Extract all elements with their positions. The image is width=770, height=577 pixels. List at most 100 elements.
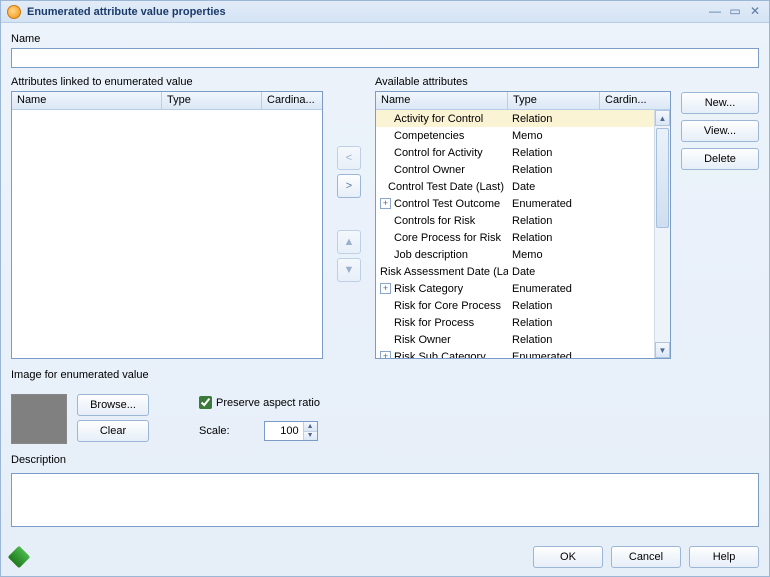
- scroll-up-icon[interactable]: ▲: [655, 110, 670, 126]
- browse-button[interactable]: Browse...: [77, 394, 149, 416]
- help-icon[interactable]: [8, 546, 31, 569]
- table-row[interactable]: Control for ActivityRelation: [376, 144, 654, 161]
- cell-name: Control Test Date (Last): [376, 180, 508, 194]
- cell-name: Competencies: [376, 129, 508, 143]
- table-row[interactable]: Control OwnerRelation: [376, 161, 654, 178]
- table-row[interactable]: Controls for RiskRelation: [376, 212, 654, 229]
- expand-icon[interactable]: +: [380, 351, 391, 358]
- table-row[interactable]: Job descriptionMemo: [376, 246, 654, 263]
- maximize-icon[interactable]: ▭: [727, 5, 743, 19]
- scale-up-icon[interactable]: ▲: [304, 422, 317, 432]
- cell-name: +Risk Sub Category: [376, 350, 508, 359]
- cell-type: Enumerated: [508, 197, 600, 211]
- table-row[interactable]: +Risk Sub CategoryEnumerated: [376, 348, 654, 358]
- table-row[interactable]: Risk OwnerRelation: [376, 331, 654, 348]
- cell-name: Risk Owner: [376, 333, 508, 347]
- available-table-header: Name Type Cardin...: [376, 92, 670, 110]
- ok-button[interactable]: OK: [533, 546, 603, 568]
- expand-icon[interactable]: +: [380, 198, 391, 209]
- window-title: Enumerated attribute value properties: [27, 6, 226, 18]
- table-row[interactable]: Core Process for RiskRelation: [376, 229, 654, 246]
- cell-type: Memo: [508, 248, 600, 262]
- description-label: Description: [11, 454, 759, 466]
- cell-type: Relation: [508, 299, 600, 313]
- cell-name: Control for Activity: [376, 146, 508, 160]
- cell-type: Relation: [508, 112, 600, 126]
- cell-type: Date: [508, 180, 600, 194]
- move-up-button[interactable]: ▲: [337, 230, 361, 254]
- available-col-name[interactable]: Name: [376, 92, 508, 109]
- vertical-scrollbar[interactable]: ▲ ▼: [654, 110, 670, 358]
- move-down-button[interactable]: ▼: [337, 258, 361, 282]
- cell-type: Relation: [508, 316, 600, 330]
- linked-attributes-table[interactable]: Name Type Cardina...: [11, 91, 323, 359]
- delete-button[interactable]: Delete: [681, 148, 759, 170]
- cancel-button[interactable]: Cancel: [611, 546, 681, 568]
- content-area: Name Attributes linked to enumerated val…: [1, 23, 769, 540]
- scroll-track[interactable]: [655, 126, 670, 342]
- cell-type: Relation: [508, 146, 600, 160]
- preserve-aspect-label: Preserve aspect ratio: [216, 397, 320, 409]
- cell-name: Risk for Process: [376, 316, 508, 330]
- scale-down-icon[interactable]: ▼: [304, 432, 317, 441]
- table-row[interactable]: Control Test Date (Last)Date: [376, 178, 654, 195]
- attribute-actions: New... View... Delete: [681, 76, 759, 359]
- table-row[interactable]: CompetenciesMemo: [376, 127, 654, 144]
- table-row[interactable]: Risk for Core ProcessRelation: [376, 297, 654, 314]
- linked-col-cardin[interactable]: Cardina...: [262, 92, 322, 109]
- description-textarea[interactable]: [11, 473, 759, 527]
- dialog-window: Enumerated attribute value properties — …: [0, 0, 770, 577]
- move-left-button[interactable]: <: [337, 146, 361, 170]
- available-col-cardin[interactable]: Cardin...: [600, 92, 670, 109]
- cell-name: Activity for Control: [376, 112, 508, 126]
- minimize-icon[interactable]: —: [707, 5, 723, 19]
- scale-label: Scale:: [199, 425, 230, 437]
- app-icon: [7, 5, 21, 19]
- help-button[interactable]: Help: [689, 546, 759, 568]
- table-row[interactable]: +Risk CategoryEnumerated: [376, 280, 654, 297]
- cell-name: +Control Test Outcome: [376, 197, 508, 211]
- close-icon[interactable]: ✕: [747, 5, 763, 19]
- cell-name: Job description: [376, 248, 508, 262]
- cell-type: Enumerated: [508, 282, 600, 296]
- cell-type: Date: [508, 265, 600, 279]
- table-row[interactable]: Activity for ControlRelation: [376, 110, 654, 127]
- view-button[interactable]: View...: [681, 120, 759, 142]
- available-attributes-table[interactable]: Name Type Cardin... Activity for Control…: [375, 91, 671, 359]
- cell-name: Core Process for Risk: [376, 231, 508, 245]
- cell-name: Risk Assessment Date (La: [376, 265, 508, 279]
- scroll-thumb[interactable]: [656, 128, 669, 228]
- table-row[interactable]: +Control Test OutcomeEnumerated: [376, 195, 654, 212]
- expand-icon[interactable]: +: [380, 283, 391, 294]
- cell-name: Risk for Core Process: [376, 299, 508, 313]
- table-row[interactable]: Risk Assessment Date (LaDate: [376, 263, 654, 280]
- linked-table-header: Name Type Cardina...: [12, 92, 322, 110]
- clear-button[interactable]: Clear: [77, 420, 149, 442]
- cell-name: +Risk Category: [376, 282, 508, 296]
- table-row[interactable]: Risk for ProcessRelation: [376, 314, 654, 331]
- linked-col-name[interactable]: Name: [12, 92, 162, 109]
- cell-name: Control Owner: [376, 163, 508, 177]
- linked-col-type[interactable]: Type: [162, 92, 262, 109]
- scale-stepper[interactable]: ▲ ▼: [264, 421, 318, 441]
- linked-table-body[interactable]: [12, 110, 322, 358]
- cell-type: Relation: [508, 333, 600, 347]
- image-section-label: Image for enumerated value: [11, 369, 759, 381]
- preserve-aspect-checkbox[interactable]: [199, 396, 212, 409]
- scroll-down-icon[interactable]: ▼: [655, 342, 670, 358]
- available-col-type[interactable]: Type: [508, 92, 600, 109]
- linked-attributes-label: Attributes linked to enumerated value: [11, 76, 323, 88]
- cell-type: Memo: [508, 129, 600, 143]
- titlebar: Enumerated attribute value properties — …: [1, 1, 769, 23]
- name-input[interactable]: [11, 48, 759, 68]
- new-button[interactable]: New...: [681, 92, 759, 114]
- available-attributes-label: Available attributes: [375, 76, 671, 88]
- transfer-buttons: < > ▲ ▼: [323, 76, 375, 359]
- available-table-body[interactable]: Activity for ControlRelationCompetencies…: [376, 110, 670, 358]
- move-right-button[interactable]: >: [337, 174, 361, 198]
- cell-type: Relation: [508, 214, 600, 228]
- scale-input[interactable]: [265, 422, 303, 440]
- cell-type: Enumerated: [508, 350, 600, 359]
- image-preview: [11, 394, 67, 444]
- name-label: Name: [11, 33, 759, 45]
